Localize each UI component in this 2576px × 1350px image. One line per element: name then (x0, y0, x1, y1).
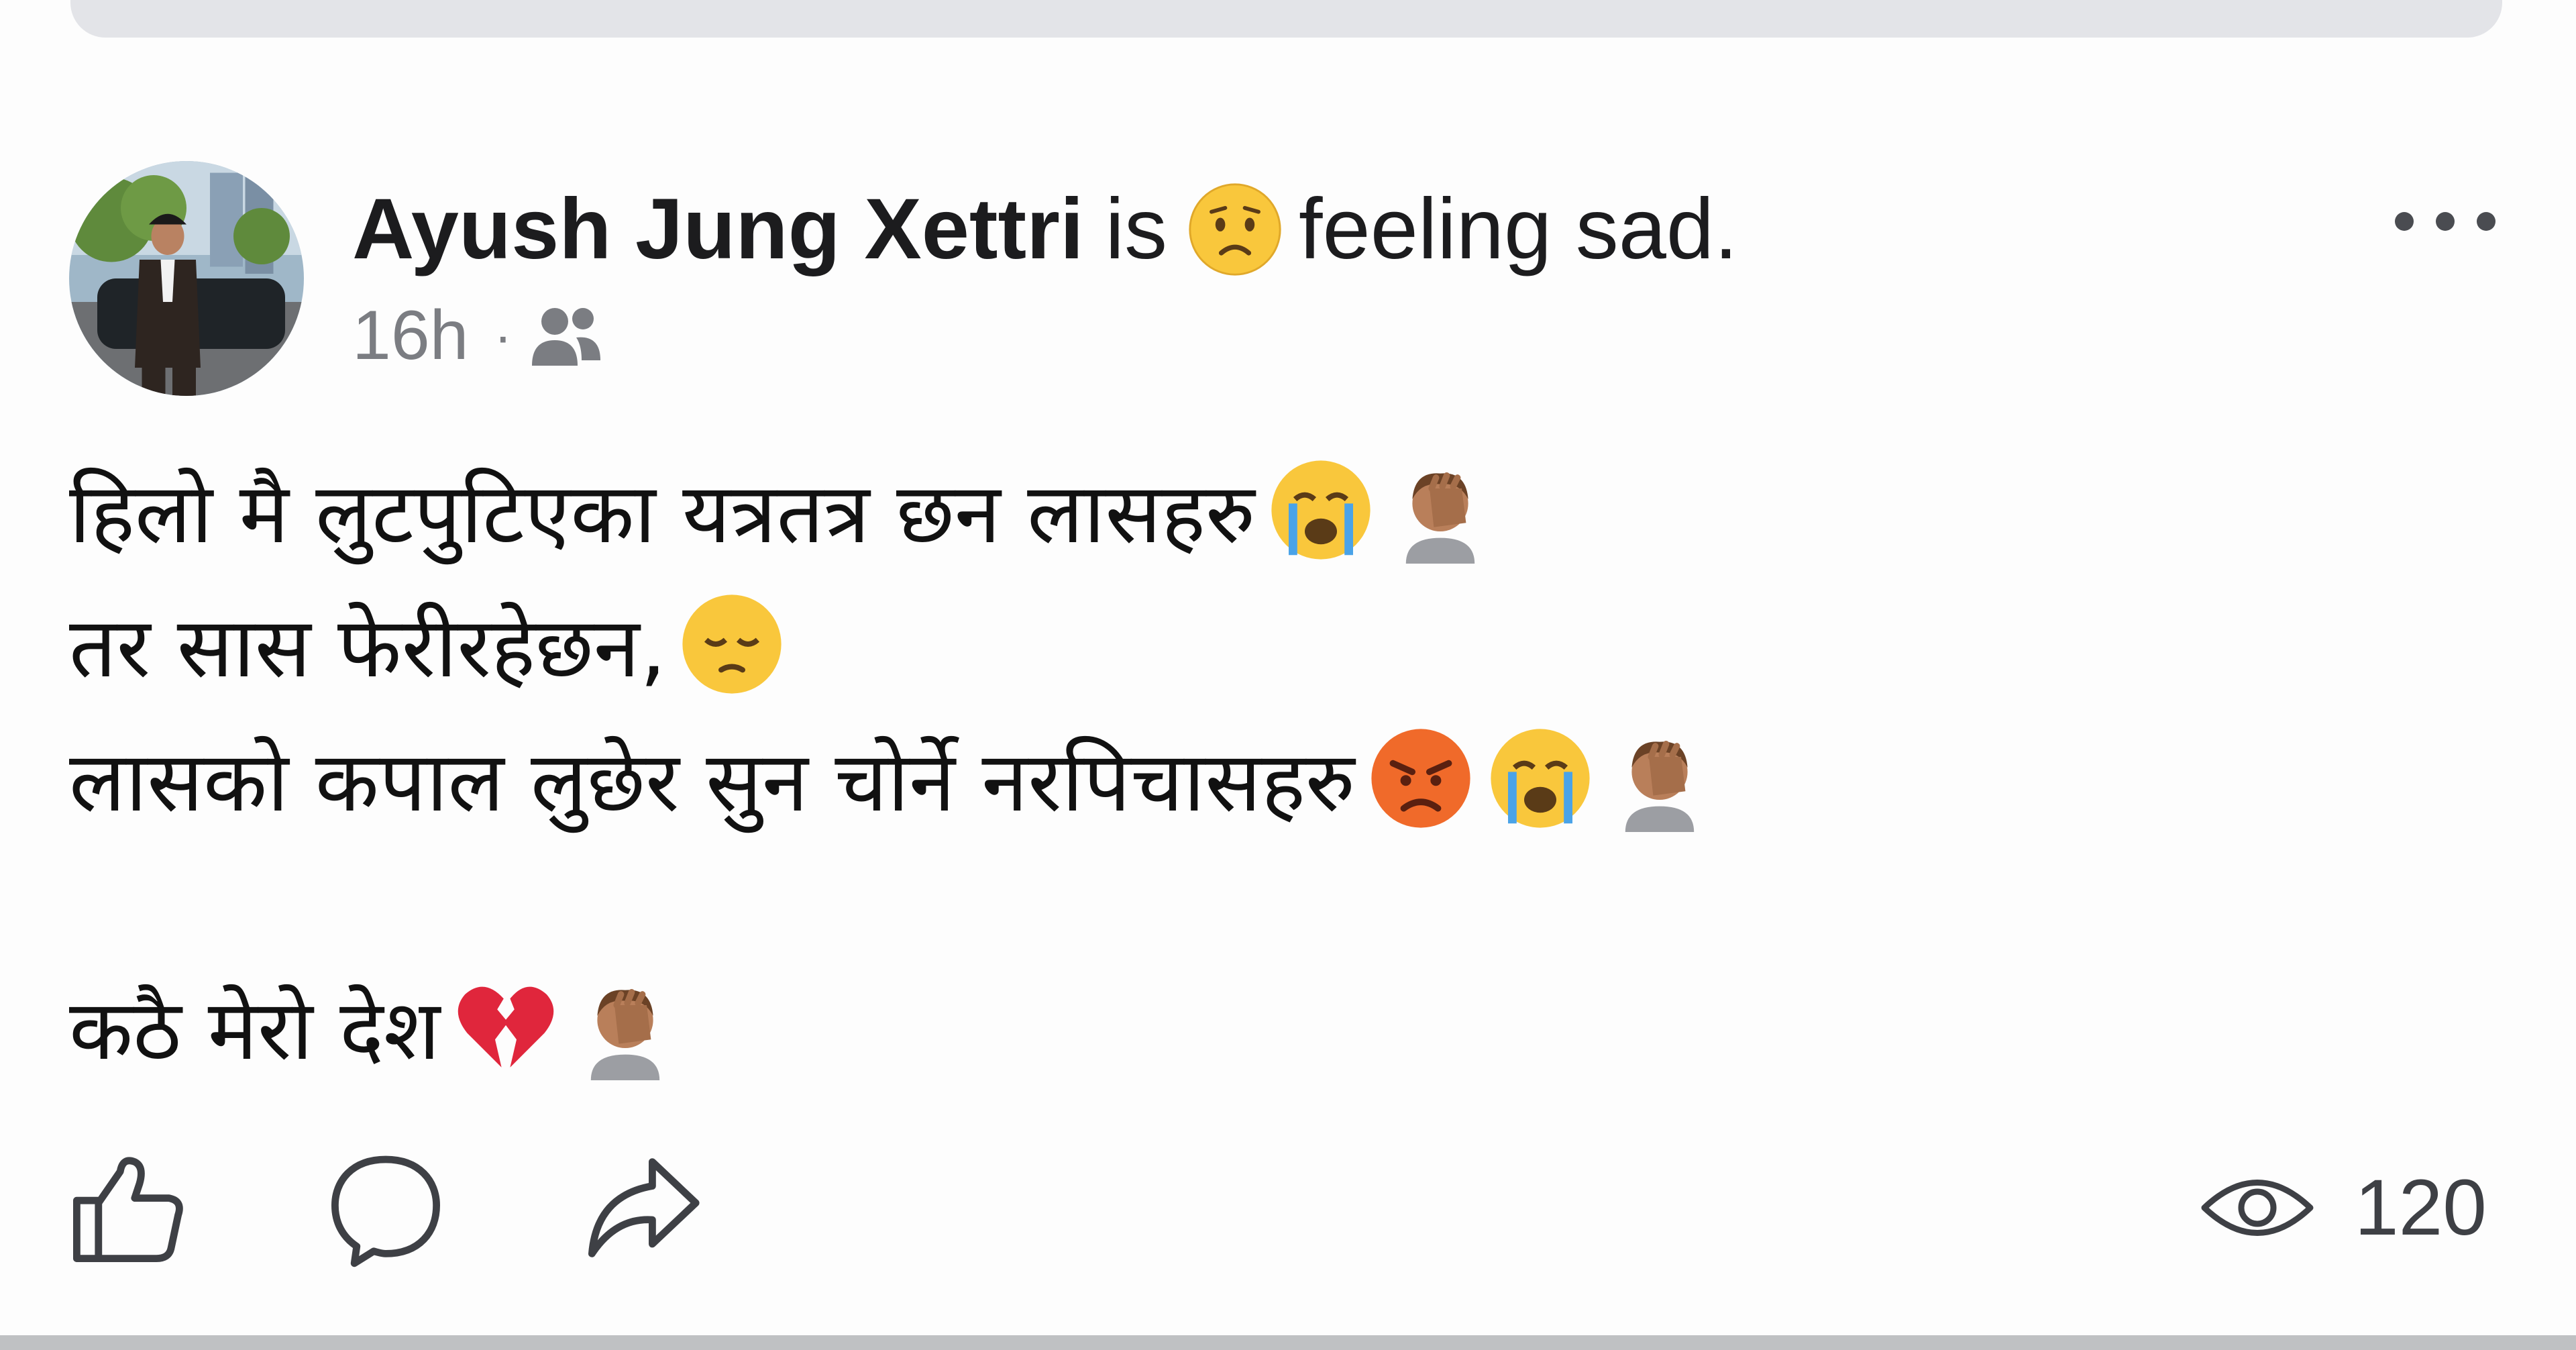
feeling-verb: is (1105, 181, 1167, 277)
share-icon (588, 1158, 700, 1257)
post-line-1: हिलो मै लुटपुटिएका यत्रतत्र छन लासहरु (69, 443, 2484, 577)
crying-face-icon (1487, 725, 1594, 832)
share-button[interactable] (582, 1147, 703, 1268)
facepalm-icon (1387, 456, 1494, 564)
post-line-5: कठै मेरो देश (69, 959, 2484, 1094)
facepalm-icon (1606, 725, 1713, 832)
crying-face-icon (1267, 456, 1375, 564)
angry-face-icon (1367, 725, 1474, 832)
more-dot-icon (2395, 212, 2414, 231)
author-avatar[interactable] (69, 161, 304, 396)
broken-heart-icon (452, 973, 559, 1080)
views-counter: 120 (2200, 1161, 2487, 1255)
thumbs-up-icon (73, 1157, 183, 1262)
post-text: हिलो मै लुटपुटिएका यत्रतत्र छन लासहरु तर… (69, 443, 2484, 1094)
feeling-text: feeling sad. (1298, 181, 1738, 277)
avatar-photo (69, 161, 304, 396)
bottom-divider (0, 1335, 2576, 1350)
post-line-text: हिलो मै लुटपुटिएका यत्रतत्र छन लासहरु (69, 465, 1256, 562)
top-search-bar (70, 0, 2502, 38)
post-line-text: तर सास फेरीरहेछन, (69, 599, 667, 696)
facepalm-icon (572, 973, 679, 1080)
more-options-button[interactable] (2395, 201, 2496, 242)
eye-icon (2200, 1171, 2314, 1245)
friends-icon[interactable] (529, 304, 603, 368)
post-header: Ayush Jung Xettri is feeling sad. (352, 183, 1738, 276)
worried-face-icon (1186, 180, 1284, 278)
comment-icon (331, 1155, 440, 1267)
post-line-4 (69, 845, 2484, 959)
pensive-face-icon (678, 590, 786, 698)
author-name[interactable]: Ayush Jung Xettri (352, 183, 1084, 276)
post-time[interactable]: 16h (352, 296, 469, 376)
post-actions: 120 (0, 1134, 2576, 1282)
post-line-2: तर सास फेरीरहेछन, (69, 577, 2484, 711)
post-line-3: लासको कपाल लुछेर सुन चोर्ने नरपिचासहरु (69, 711, 2484, 845)
post-line-text: लासको कपाल लुछेर सुन चोर्ने नरपिचासहरु (69, 733, 1356, 831)
more-dot-icon (2436, 212, 2455, 231)
more-dot-icon (2477, 212, 2496, 231)
post-meta: 16h · (352, 294, 603, 378)
comment-button[interactable] (325, 1147, 446, 1268)
views-count: 120 (2355, 1163, 2487, 1252)
post-line-text: कठै मेरो देश (69, 982, 441, 1079)
meta-separator: · (494, 305, 513, 366)
like-button[interactable] (67, 1147, 188, 1268)
